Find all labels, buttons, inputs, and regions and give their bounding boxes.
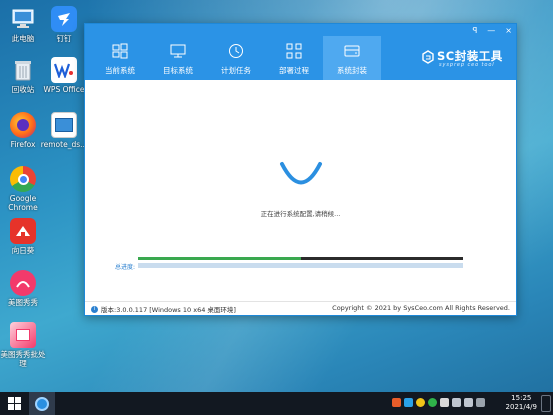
- total-progress-bar: [138, 263, 463, 268]
- desktop-icon-firefox[interactable]: Firefox: [0, 112, 46, 149]
- tray-app-icon[interactable]: [428, 398, 437, 407]
- tab-system-package[interactable]: 系统封装: [323, 36, 381, 80]
- window-footer: i 版本:3.0.0.117 [Windows 10 x64 桌面环境] Cop…: [85, 301, 516, 315]
- window-controls: ꟼ — ×: [472, 26, 512, 35]
- desktop-icon-meitu[interactable]: 美图秀秀: [0, 270, 46, 307]
- desktop-icon-chrome[interactable]: Google Chrome: [0, 166, 46, 212]
- start-button[interactable]: [8, 397, 21, 410]
- logo-subtitle: sysprep ceo tool: [439, 62, 495, 68]
- network-icon[interactable]: [452, 398, 461, 407]
- grid-icon: [286, 43, 302, 59]
- system-tray: [392, 398, 485, 407]
- tray-app-icon[interactable]: [392, 398, 401, 407]
- tab-bar: 当前系统 目标系统 计划任务 部署过程 系统封装: [91, 36, 381, 80]
- taskbar: 15:25 2021/4/9: [0, 392, 553, 415]
- firefox-icon: [10, 112, 36, 138]
- window-header: ꟼ — × 当前系统 目标系统 计划任务 部署过程 系统封装 SC封装工具 sy…: [85, 24, 516, 80]
- status-message: 正在进行系统配置,请稍候...: [260, 210, 341, 218]
- tab-scheduled-tasks[interactable]: 计划任务: [207, 36, 265, 80]
- version-text: 版本:3.0.0.117 [Windows 10 x64 桌面环境]: [101, 306, 236, 314]
- desktop-icon-label: 向日葵: [11, 246, 35, 255]
- tab-label: 部署过程: [279, 66, 309, 75]
- tray-app-icon[interactable]: [404, 398, 413, 407]
- tab-label: 计划任务: [221, 66, 251, 75]
- version-info: i 版本:3.0.0.117 [Windows 10 x64 桌面环境]: [91, 304, 236, 314]
- desktop-icon-sunlogin[interactable]: 向日葵: [0, 218, 46, 255]
- taskbar-clock[interactable]: 15:25 2021/4/9: [506, 394, 537, 412]
- sc-tool-taskbar-icon: [35, 396, 49, 411]
- sunlogin-icon: [10, 218, 36, 244]
- current-progress-bar: [138, 257, 463, 260]
- clock-date: 2021/4/9: [505, 403, 537, 411]
- tab-current-system[interactable]: 当前系统: [91, 36, 149, 80]
- wps-icon: [51, 57, 77, 83]
- tray-chevron-icon[interactable]: [440, 398, 449, 407]
- tab-label: 当前系统: [105, 66, 135, 75]
- clock-time: 15:25: [511, 394, 532, 402]
- minimize-button[interactable]: —: [487, 26, 495, 35]
- desktop-icon-label: 美图秀秀: [8, 298, 38, 307]
- meitu-batch-icon: [10, 322, 36, 348]
- dingtalk-icon: [51, 6, 77, 32]
- desktop-icon-this-pc[interactable]: 此电脑: [0, 6, 46, 43]
- total-progress-label: 总进度:: [115, 264, 136, 271]
- desktop-icon-label: remote_ds...: [40, 140, 88, 149]
- ime-icon[interactable]: [476, 398, 485, 407]
- volume-icon[interactable]: [464, 398, 473, 407]
- copyright-text: Copyright © 2021 by SysCeo.com All Right…: [332, 304, 510, 312]
- tray-app-icon[interactable]: [416, 398, 425, 407]
- desktop-icon-label: WPS Office: [43, 85, 85, 94]
- recycle-bin-icon: [10, 57, 36, 83]
- desktop-icon-remote-ds[interactable]: remote_ds...: [41, 112, 87, 149]
- chrome-icon: [10, 166, 36, 192]
- sc-logo-icon: [422, 50, 434, 64]
- desktop-icon-label: Google Chrome: [8, 194, 38, 212]
- desktop-icon-label: 此电脑: [11, 34, 35, 43]
- desktop-icon-label: 美图秀秀批处 理: [0, 350, 46, 368]
- clock-icon: [229, 44, 243, 58]
- app-logo: SC封装工具 sysprep ceo tool: [419, 48, 511, 72]
- desktop-icon-dingtalk[interactable]: 钉钉: [41, 6, 87, 43]
- notification-button[interactable]: [541, 395, 551, 412]
- tab-label: 系统封装: [337, 66, 367, 75]
- desktop-icon-label: 钉钉: [56, 34, 72, 43]
- drive-icon: [344, 45, 360, 57]
- remote-desktop-icon: [51, 112, 77, 138]
- desktop-icon-label: Firefox: [10, 140, 36, 149]
- desktop-icon-label: 回收站: [11, 85, 35, 94]
- desktop-icon-meitu-batch[interactable]: 美图秀秀批处 理: [0, 322, 46, 368]
- tab-deployment[interactable]: 部署过程: [265, 36, 323, 80]
- desktop-icon-wps[interactable]: WPS Office: [41, 57, 87, 94]
- user-icon[interactable]: ꟼ: [472, 26, 477, 35]
- computer-icon: [10, 6, 36, 32]
- info-icon: i: [91, 305, 98, 313]
- tab-label: 目标系统: [163, 66, 193, 75]
- taskbar-app-sc-tool[interactable]: [29, 392, 55, 415]
- close-button[interactable]: ×: [505, 26, 512, 35]
- windows-icon: [112, 43, 128, 59]
- sc-tool-window: ꟼ — × 当前系统 目标系统 计划任务 部署过程 系统封装 SC封装工具 sy…: [84, 23, 517, 316]
- desktop-icon-recycle-bin[interactable]: 回收站: [0, 57, 46, 94]
- loading-spinner-icon: [280, 162, 322, 185]
- tab-target-system[interactable]: 目标系统: [149, 36, 207, 80]
- meitu-icon: [10, 270, 36, 296]
- current-progress-fill: [138, 257, 301, 260]
- monitor-icon: [170, 44, 186, 58]
